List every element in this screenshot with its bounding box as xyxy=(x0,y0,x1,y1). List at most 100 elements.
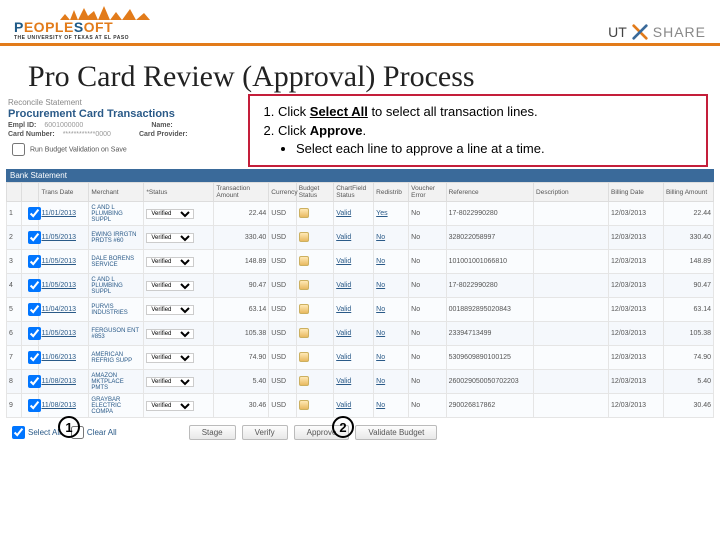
col-voucher[interactable]: Voucher Error xyxy=(409,183,446,202)
row-redistrib[interactable]: No xyxy=(374,370,409,394)
row-trans-date[interactable]: 11/05/2013 xyxy=(39,322,89,346)
row-redistrib[interactable]: No xyxy=(374,226,409,250)
col-amount[interactable]: Transaction Amount xyxy=(214,183,269,202)
row-redistrib[interactable]: No xyxy=(374,250,409,274)
col-currency[interactable]: Currency xyxy=(269,183,296,202)
row-status-select[interactable]: Verified xyxy=(146,353,194,363)
row-status-select[interactable]: Verified xyxy=(146,401,194,411)
row-chartfield[interactable]: Valid xyxy=(334,322,374,346)
row-num: 6 xyxy=(7,322,22,346)
select-all-link[interactable]: Select All xyxy=(8,423,61,442)
row-status-select[interactable]: Verified xyxy=(146,305,194,315)
budget-status-icon[interactable] xyxy=(299,328,309,338)
col-status[interactable]: *Status xyxy=(144,183,214,202)
row-merchant[interactable]: AMAZON MKTPLACE PMTS xyxy=(89,370,144,394)
row-redistrib[interactable]: Yes xyxy=(374,202,409,226)
table-row: 911/08/2013GRAYBAR ELECTRIC COMPAVerifie… xyxy=(7,394,714,418)
budget-status-icon[interactable] xyxy=(299,304,309,314)
budget-status-icon[interactable] xyxy=(299,232,309,242)
row-merchant[interactable]: C AND L PLUMBING SUPPL xyxy=(89,274,144,298)
budget-status-icon[interactable] xyxy=(299,208,309,218)
row-amount: 63.14 xyxy=(214,298,269,322)
row-num: 3 xyxy=(7,250,22,274)
row-chartfield[interactable]: Valid xyxy=(334,202,374,226)
row-checkbox[interactable] xyxy=(28,375,41,388)
row-merchant[interactable]: EWING IRRGTN PRDTS #60 xyxy=(89,226,144,250)
row-redistrib[interactable]: No xyxy=(374,394,409,418)
row-merchant[interactable]: DALE BORENS SERVICE xyxy=(89,250,144,274)
row-checkbox[interactable] xyxy=(28,351,41,364)
col-description[interactable]: Description xyxy=(534,183,609,202)
col-billing-amt[interactable]: Billing Amount xyxy=(663,183,713,202)
budget-validation-checkbox[interactable] xyxy=(12,143,25,156)
row-checkbox[interactable] xyxy=(28,255,41,268)
row-checkbox[interactable] xyxy=(28,231,41,244)
budget-status-icon[interactable] xyxy=(299,400,309,410)
row-merchant[interactable]: FERGUSON ENT #853 xyxy=(89,322,144,346)
col-redistrib[interactable]: Redistrib xyxy=(374,183,409,202)
row-status-select[interactable]: Verified xyxy=(146,209,194,219)
row-status-cell: Verified xyxy=(144,298,214,322)
row-merchant[interactable]: C AND L PLUMBING SUPPL xyxy=(89,202,144,226)
row-trans-date[interactable]: 11/01/2013 xyxy=(39,202,89,226)
stage-button[interactable]: Stage xyxy=(189,425,236,440)
budget-status-icon[interactable] xyxy=(299,352,309,362)
row-status-select[interactable]: Verified xyxy=(146,329,194,339)
col-merchant[interactable]: Merchant xyxy=(89,183,144,202)
col-reference[interactable]: Reference xyxy=(446,183,533,202)
row-chartfield[interactable]: Valid xyxy=(334,250,374,274)
row-status-select[interactable]: Verified xyxy=(146,281,194,291)
row-chartfield[interactable]: Valid xyxy=(334,346,374,370)
col-budget[interactable]: Budget Status xyxy=(296,183,333,202)
row-trans-date[interactable]: 11/06/2013 xyxy=(39,346,89,370)
row-redistrib[interactable]: No xyxy=(374,322,409,346)
row-redistrib[interactable]: No xyxy=(374,274,409,298)
row-chartfield[interactable]: Valid xyxy=(334,370,374,394)
row-merchant[interactable]: AMERICAN REFRIG SUPP xyxy=(89,346,144,370)
row-checkbox[interactable] xyxy=(28,399,41,412)
row-amount: 5.40 xyxy=(214,370,269,394)
budget-status-icon[interactable] xyxy=(299,256,309,266)
row-trans-date[interactable]: 11/05/2013 xyxy=(39,226,89,250)
row-voucher-error: No xyxy=(409,298,446,322)
row-billing-amount: 63.14 xyxy=(663,298,713,322)
row-trans-date[interactable]: 11/08/2013 xyxy=(39,394,89,418)
row-merchant[interactable]: PURVIS INDUSTRIES xyxy=(89,298,144,322)
row-status-select[interactable]: Verified xyxy=(146,233,194,243)
row-trans-date[interactable]: 11/05/2013 xyxy=(39,250,89,274)
slide-title: Pro Card Review (Approval) Process xyxy=(0,46,720,94)
row-num: 8 xyxy=(7,370,22,394)
peoplesoft-logo: PEOPLESOFT THE UNIVERSITY OF TEXAS AT EL… xyxy=(14,19,129,41)
row-reference: 23394713499 xyxy=(446,322,533,346)
col-chartfield[interactable]: ChartField Status xyxy=(334,183,374,202)
row-chartfield[interactable]: Valid xyxy=(334,298,374,322)
validate-budget-button[interactable]: Validate Budget xyxy=(355,425,437,440)
row-redistrib[interactable]: No xyxy=(374,298,409,322)
row-chartfield[interactable]: Valid xyxy=(334,394,374,418)
x-swoosh-icon xyxy=(631,23,649,41)
row-chartfield[interactable]: Valid xyxy=(334,226,374,250)
budget-status-icon[interactable] xyxy=(299,280,309,290)
verify-button[interactable]: Verify xyxy=(242,425,288,440)
budget-status-icon[interactable] xyxy=(299,376,309,386)
row-trans-date[interactable]: 11/04/2013 xyxy=(39,298,89,322)
row-checkbox[interactable] xyxy=(28,327,41,340)
col-trans-date[interactable]: Trans Date xyxy=(39,183,89,202)
row-checkbox-cell xyxy=(21,202,38,226)
row-status-select[interactable]: Verified xyxy=(146,257,194,267)
row-merchant[interactable]: GRAYBAR ELECTRIC COMPA xyxy=(89,394,144,418)
row-checkbox[interactable] xyxy=(28,279,41,292)
select-all-checkbox[interactable] xyxy=(12,426,25,439)
row-redistrib[interactable]: No xyxy=(374,346,409,370)
row-trans-date[interactable]: 11/08/2013 xyxy=(39,370,89,394)
row-checkbox[interactable] xyxy=(28,207,41,220)
row-reference: 0018892895020843 xyxy=(446,298,533,322)
row-trans-date[interactable]: 11/05/2013 xyxy=(39,274,89,298)
col-billing-date[interactable]: Billing Date xyxy=(608,183,663,202)
row-checkbox[interactable] xyxy=(28,303,41,316)
row-voucher-error: No xyxy=(409,322,446,346)
row-chartfield[interactable]: Valid xyxy=(334,274,374,298)
row-currency: USD xyxy=(269,346,296,370)
row-voucher-error: No xyxy=(409,250,446,274)
row-status-select[interactable]: Verified xyxy=(146,377,194,387)
